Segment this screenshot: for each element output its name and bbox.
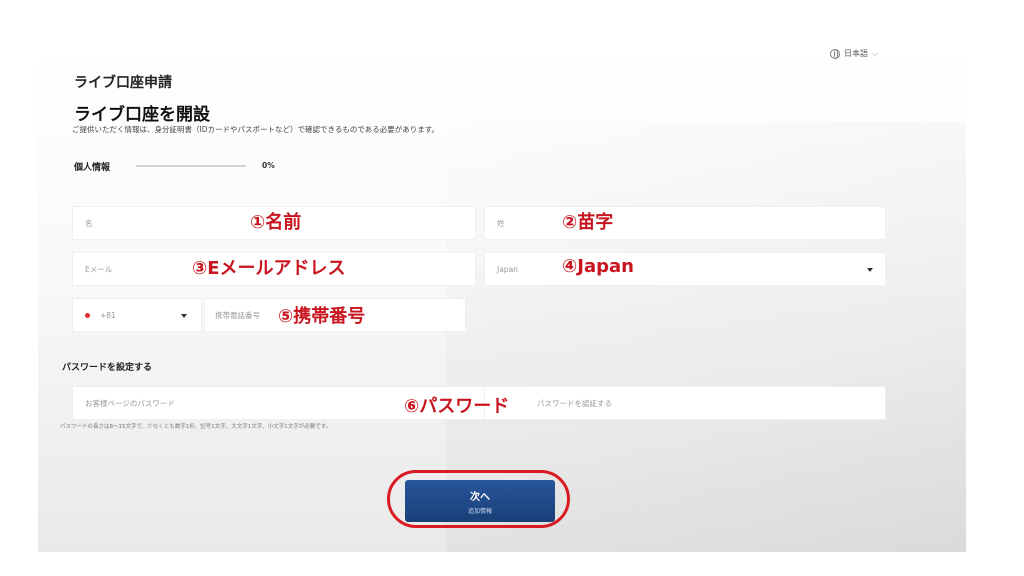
progress-percent: 0% <box>262 161 275 170</box>
email-placeholder: Eメール <box>85 264 113 274</box>
application-form-screen: 日本語 ⌵ ライブ口座申請 ライブ口座を開設 ご提供いただく情報は、身分証明書（… <box>38 42 966 552</box>
language-selector[interactable]: 日本語 ⌵ <box>830 48 878 59</box>
password-section-title: パスワードを設定する <box>62 363 153 373</box>
progress-bar <box>136 165 246 167</box>
email-annotation: ③Eメールアドレス <box>192 258 346 279</box>
page-title: ライブ口座を開設 <box>74 105 210 125</box>
country-select[interactable]: Japan <box>484 252 886 286</box>
password-placeholder: お客様ページのパスワード <box>85 398 175 408</box>
personal-info-title: 個人情報 <box>74 163 111 173</box>
breadcrumb: ライブ口座申請 <box>74 75 172 91</box>
confirm-password-field[interactable]: パスワードを認証する <box>484 386 886 420</box>
caret-down-icon <box>181 314 187 318</box>
phone-code-value: +81 <box>100 310 116 320</box>
phone-placeholder: 携帯電話番号 <box>215 310 260 320</box>
page-description: ご提供いただく情報は、身分証明書（IDカードやパスポートなど）で確認できるもので… <box>72 125 440 134</box>
password-annotation: ⑥パスワード <box>404 396 510 417</box>
next-button-highlight-circle <box>387 470 570 528</box>
chevron-down-icon: ⌵ <box>872 48 879 58</box>
caret-down-icon <box>867 268 873 272</box>
confirm-password-placeholder: パスワードを認証する <box>537 398 612 408</box>
password-hint: パスワードの長さは8～15文字で、少なくとも数字1桁、記号1文字、大文字1文字、… <box>60 424 332 430</box>
last-name-field[interactable]: 姓 <box>484 206 886 240</box>
country-annotation: ④Japan <box>562 256 634 277</box>
last-name-annotation: ②苗字 <box>562 212 614 233</box>
language-label: 日本語 <box>844 49 868 58</box>
first-name-placeholder: 名 <box>85 218 93 228</box>
phone-annotation: ⑤携帯番号 <box>278 306 366 327</box>
last-name-placeholder: 姓 <box>497 218 505 228</box>
japan-flag-icon <box>85 312 90 318</box>
country-value: Japan <box>497 264 518 274</box>
globe-icon <box>830 48 840 59</box>
phone-code-select[interactable]: +81 <box>72 298 202 332</box>
first-name-annotation: ①名前 <box>250 212 302 233</box>
